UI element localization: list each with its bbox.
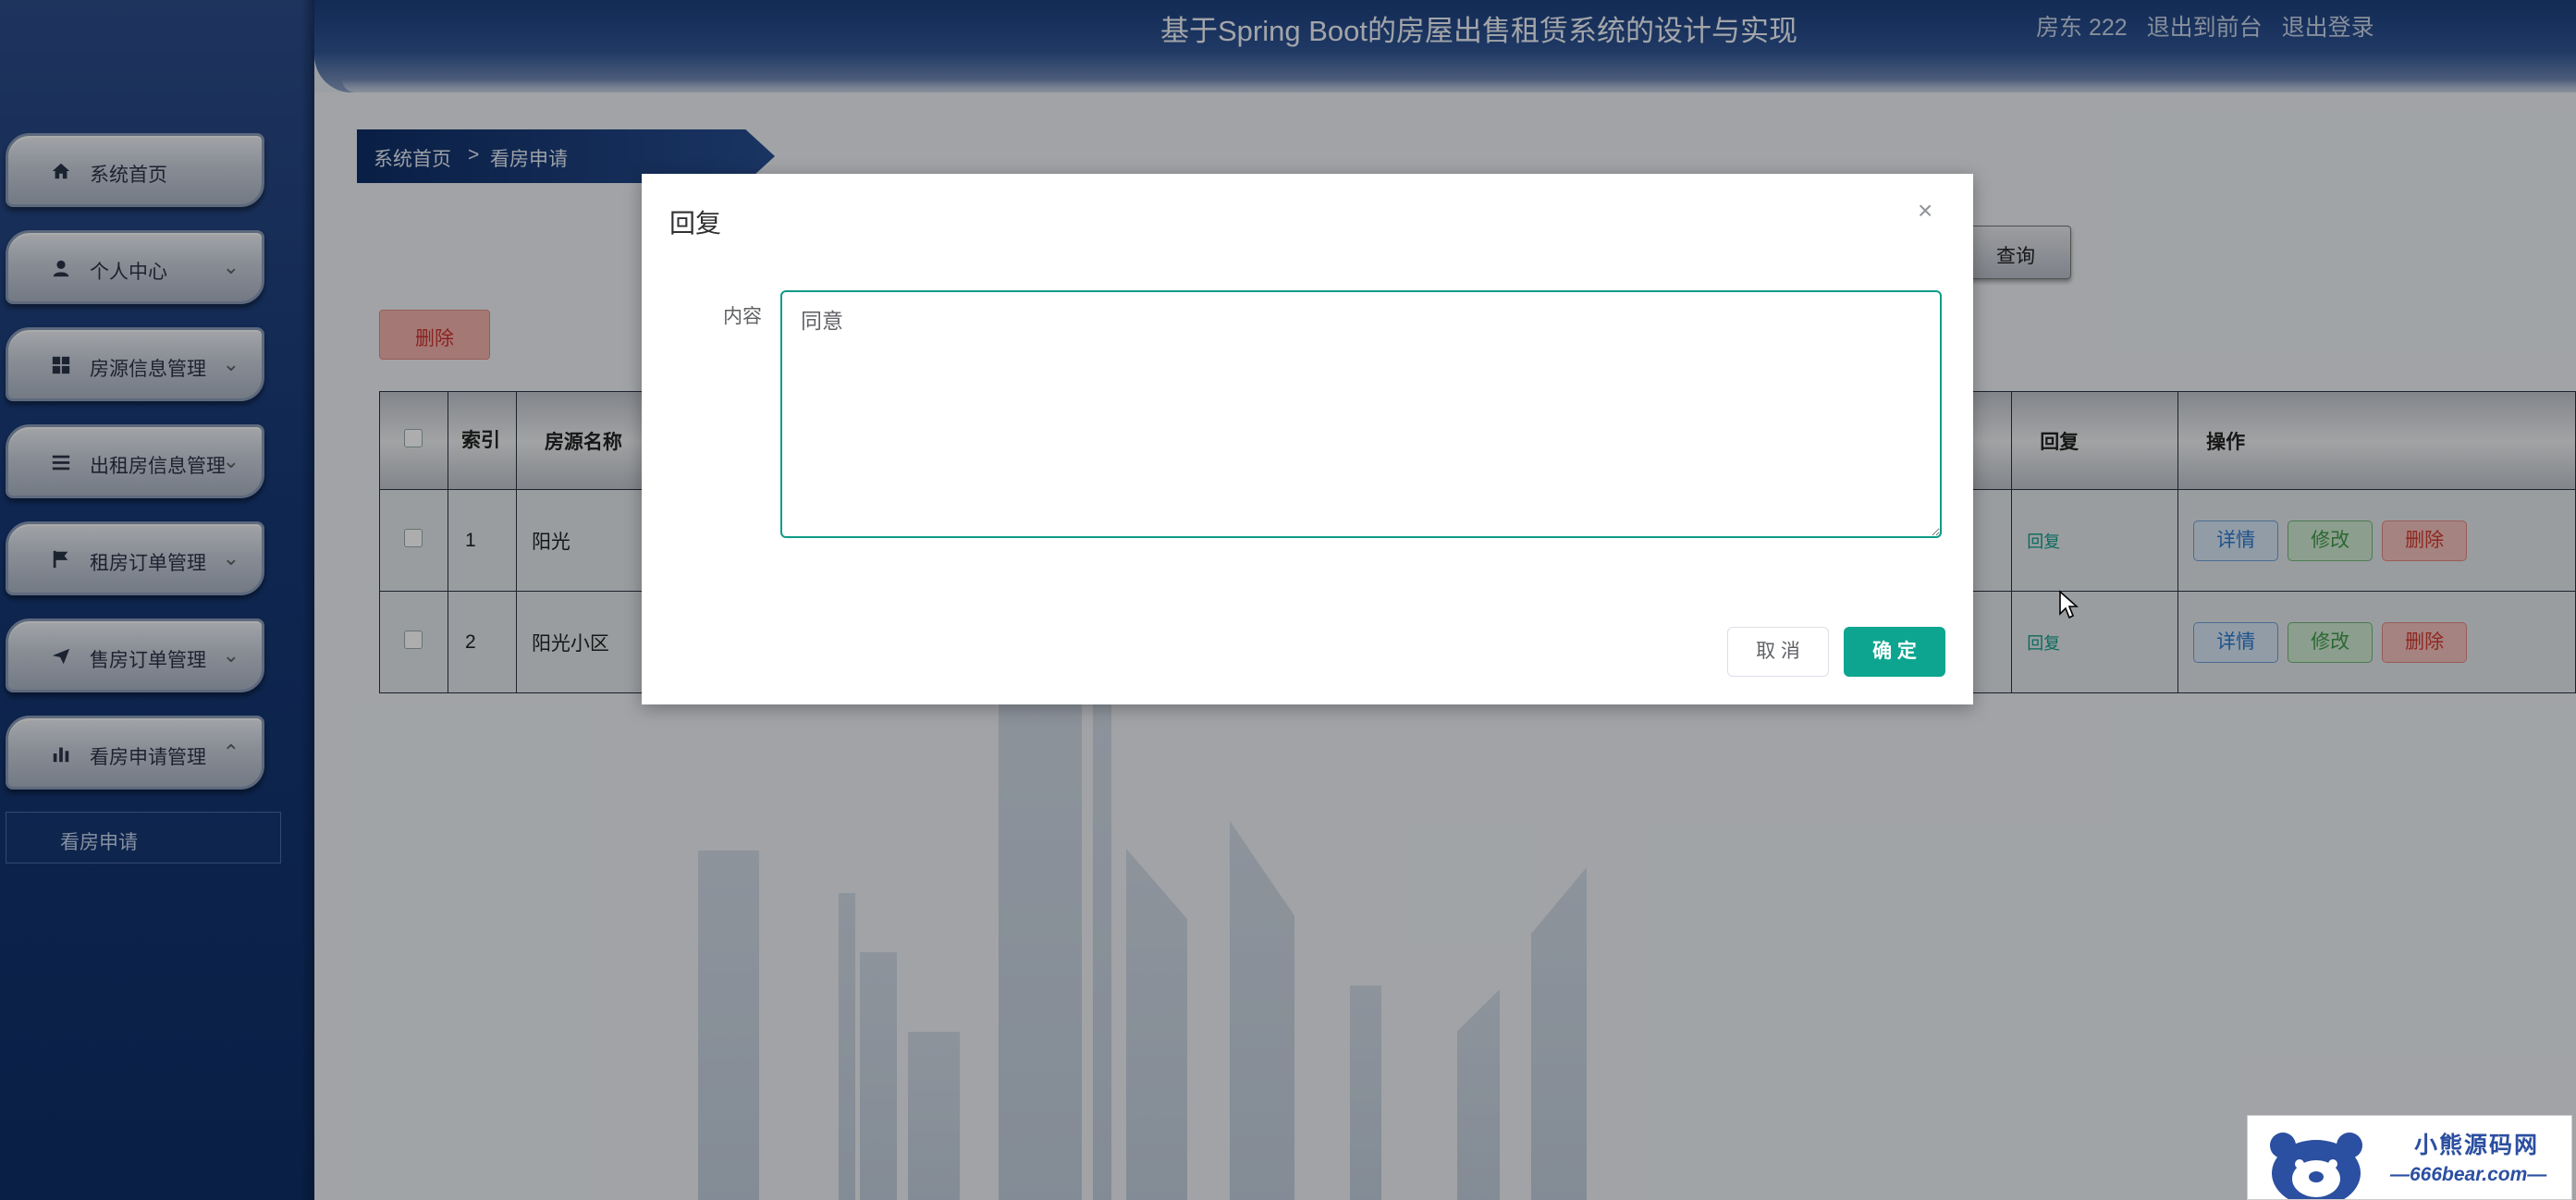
reply-content-textarea[interactable]: 同意 [780, 290, 1942, 538]
content-label: 内容 [723, 306, 762, 327]
mouse-cursor-icon [2059, 590, 2079, 619]
watermark-logo: 小熊源码网 —666bear.com— [2247, 1115, 2572, 1200]
watermark-en: —666bear.com— [2390, 1164, 2547, 1185]
cancel-button[interactable]: 取 消 [1727, 627, 1829, 677]
confirm-button[interactable]: 确 定 [1844, 627, 1945, 677]
dialog-title: 回复 [669, 209, 722, 238]
watermark-cn: 小熊源码网 [2414, 1133, 2540, 1158]
bear-logo-icon [2270, 1133, 2362, 1199]
reply-dialog: 回复 × 内容 同意 取 消 确 定 [642, 174, 1973, 704]
close-icon[interactable]: × [1918, 198, 1932, 224]
